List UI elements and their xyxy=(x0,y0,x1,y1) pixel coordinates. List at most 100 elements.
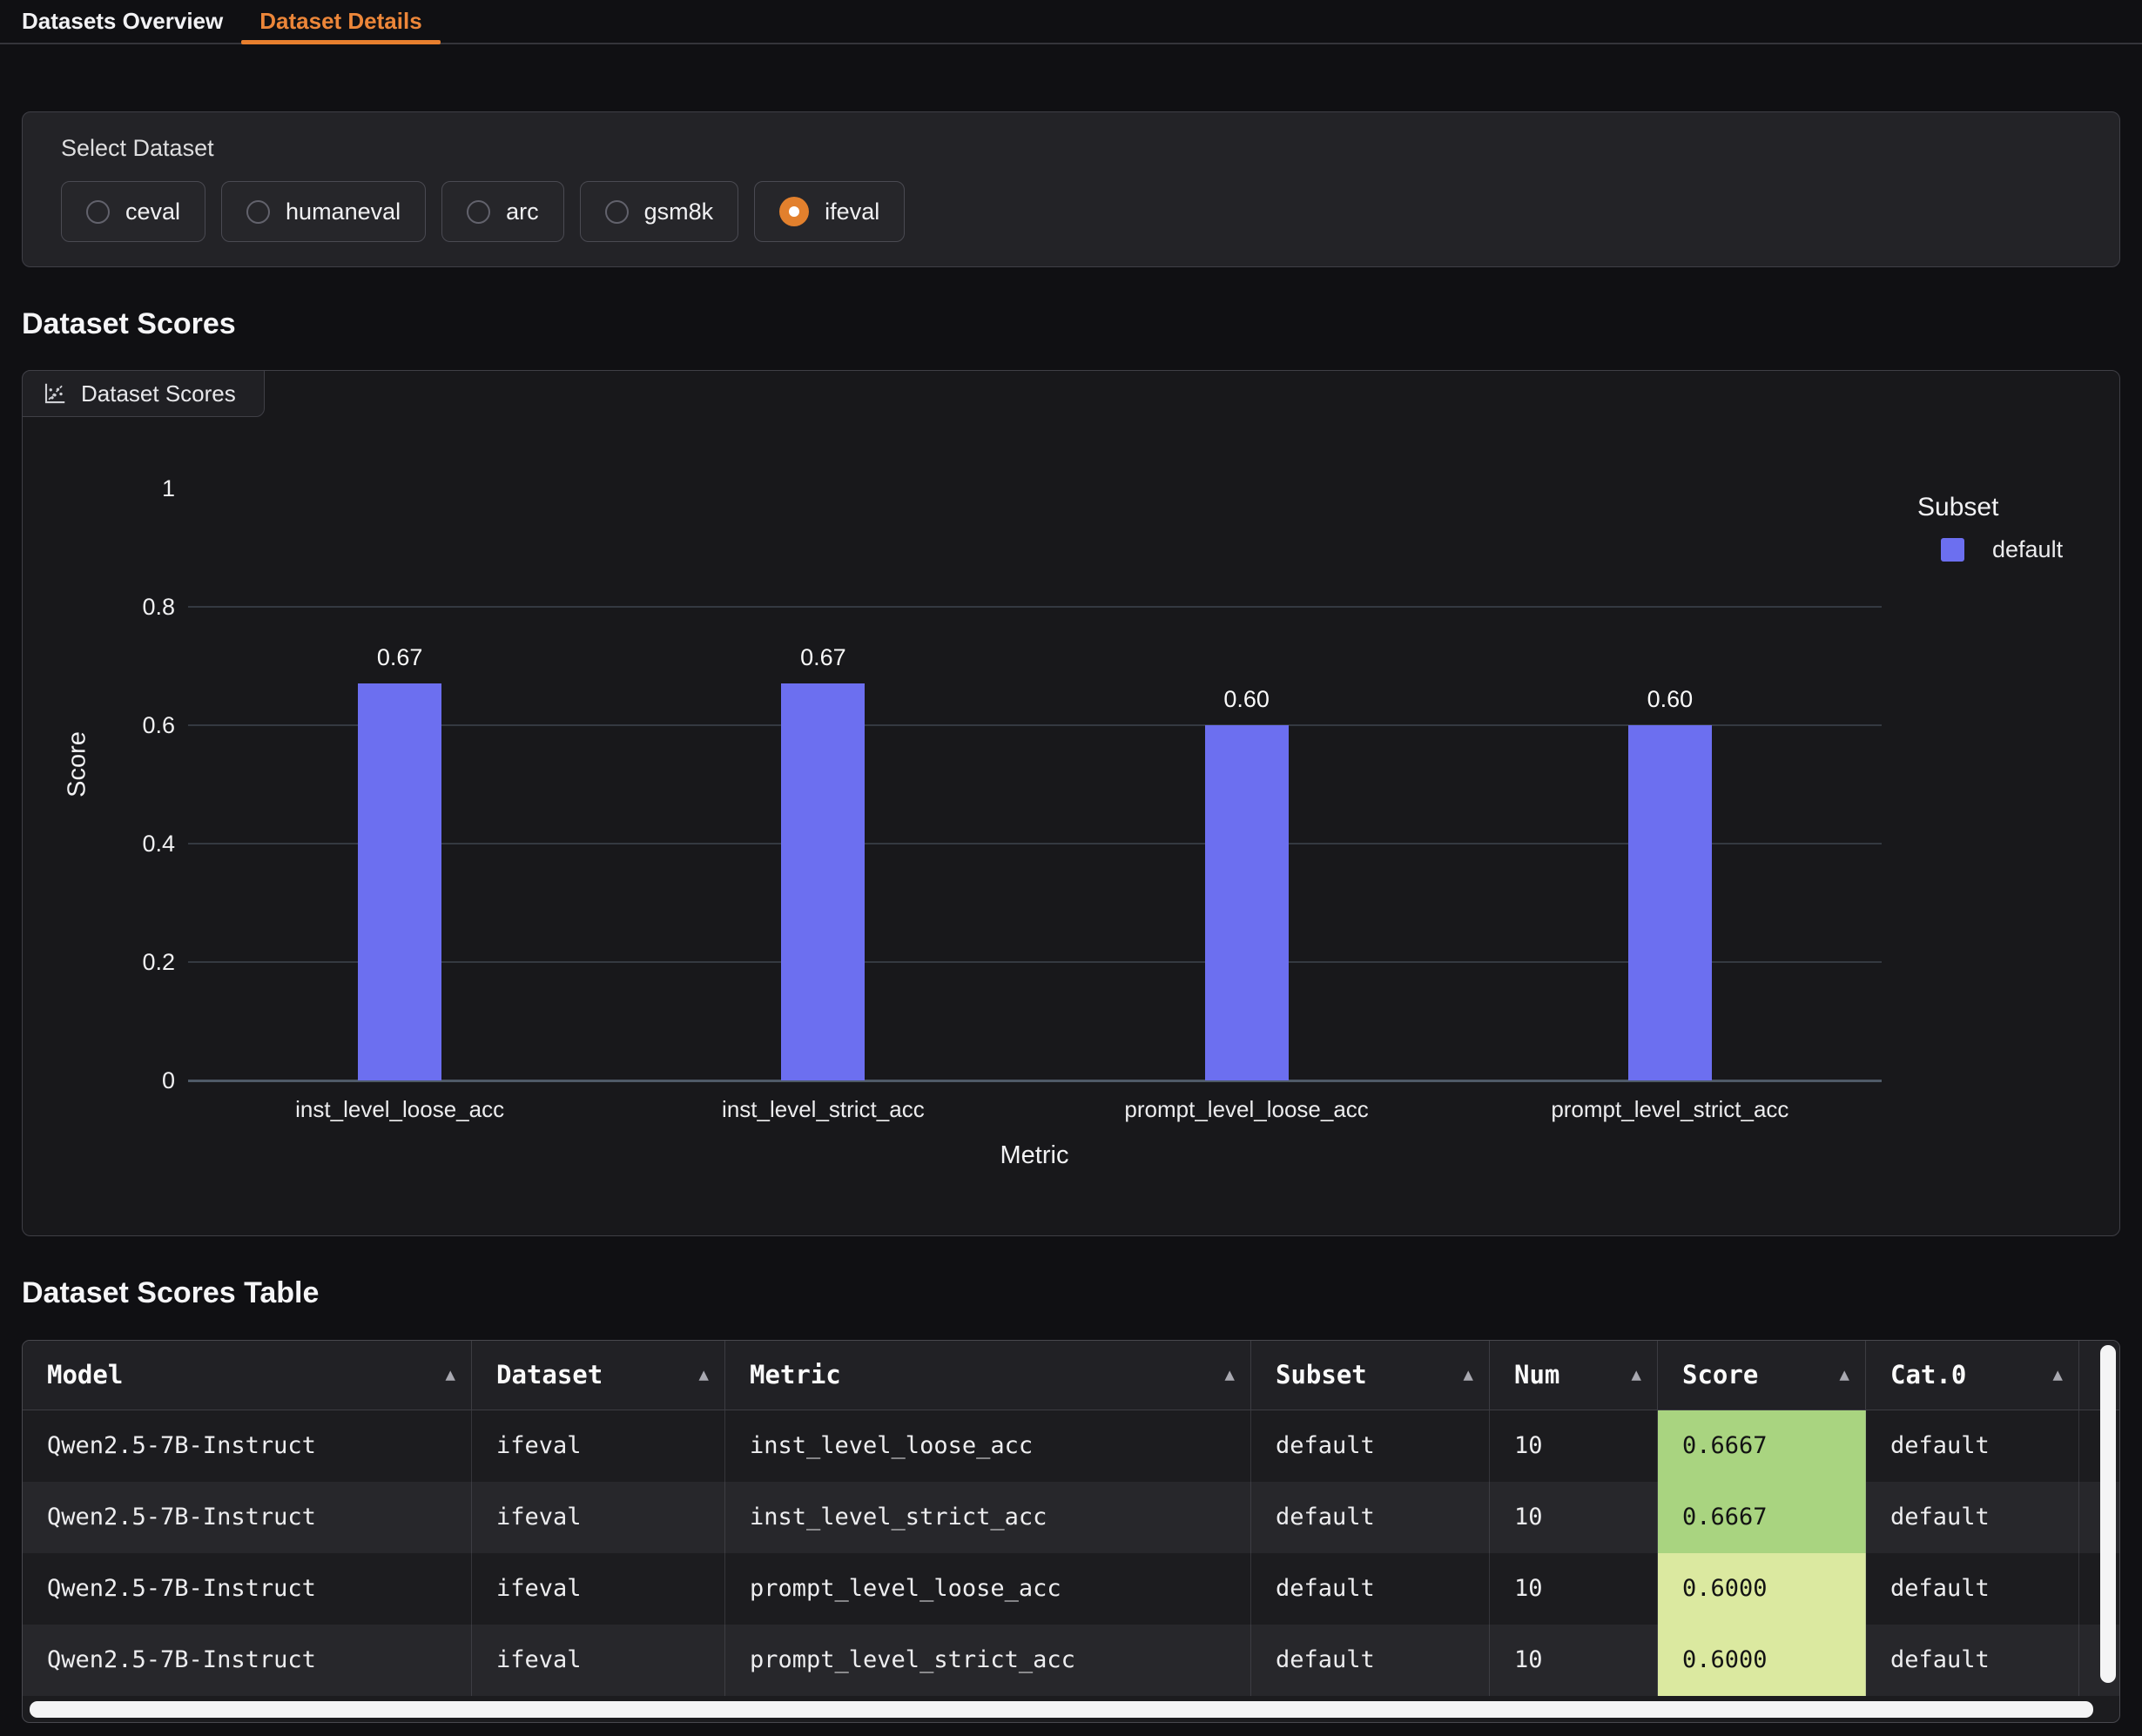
cell-metric: prompt_level_loose_acc xyxy=(725,1553,1251,1625)
cell-num: 10 xyxy=(1490,1553,1658,1625)
cell-score: 0.6667 xyxy=(1658,1482,1866,1553)
table-row: Qwen2.5-7B-Instructifevalinst_level_stri… xyxy=(23,1482,2119,1553)
y-tick-label: 0.4 xyxy=(97,829,175,858)
y-tick-label: 0.6 xyxy=(97,710,175,740)
bar-inst_level_strict_acc xyxy=(781,683,865,1080)
dataset-scores-chart: Dataset Scores 0 0.2 0.4 0.6 0.8 1 0.67 inst_le… xyxy=(22,370,2120,1236)
cell-subset: default xyxy=(1251,1625,1490,1696)
cell-score: 0.6667 xyxy=(1658,1410,1866,1482)
dataset-radio-arc[interactable]: arc xyxy=(441,181,564,242)
bar-value-label: 0.67 xyxy=(762,640,884,675)
cell-cat-0: default xyxy=(1866,1410,2079,1482)
sort-ascending-icon: ▲ xyxy=(1632,1341,1641,1410)
cell-dataset: ifeval xyxy=(472,1553,725,1625)
y-tick-label: 1 xyxy=(97,474,175,503)
cell-score: 0.6000 xyxy=(1658,1553,1866,1625)
bar-prompt_level_strict_acc xyxy=(1628,725,1712,1080)
cell-dataset: ifeval xyxy=(472,1625,725,1696)
cell-subset: default xyxy=(1251,1410,1490,1482)
sort-ascending-icon: ▲ xyxy=(699,1341,709,1410)
cell-model: Qwen2.5-7B-Instruct xyxy=(23,1553,472,1625)
cell-cat-0: default xyxy=(1866,1482,2079,1553)
column-header-metric[interactable]: Metric▲ xyxy=(725,1341,1251,1410)
y-tick-label: 0.2 xyxy=(97,947,175,977)
cell-metric: prompt_level_strict_acc xyxy=(725,1625,1251,1696)
dataset-radio-ifeval[interactable]: ifeval xyxy=(754,181,905,242)
dataset-radio-group: ceval humaneval arc gsm8k ifeval xyxy=(61,181,2081,242)
y-tick-label: 0 xyxy=(97,1066,175,1095)
column-header-label: Model xyxy=(47,1360,123,1389)
dataset-radio-ceval[interactable]: ceval xyxy=(61,181,205,242)
cell-cat-0: default xyxy=(1866,1553,2079,1625)
page-content: Select Dataset cevalhumanevalarcgsm8kife… xyxy=(0,111,2142,1723)
table-header-row: Model▲Dataset▲Metric▲Subset▲Num▲Score▲Ca… xyxy=(23,1341,2119,1410)
cell-dataset: ifeval xyxy=(472,1410,725,1482)
tab-datasets-overview[interactable]: Datasets Overview xyxy=(3,0,241,43)
cell-subset: default xyxy=(1251,1553,1490,1625)
sort-ascending-icon: ▲ xyxy=(1464,1341,1473,1410)
column-header-label: Metric xyxy=(750,1360,841,1389)
cell-dataset: ifeval xyxy=(472,1482,725,1553)
radio-dot xyxy=(789,206,799,217)
cell-score: 0.6000 xyxy=(1658,1625,1866,1696)
radio-unselected-icon xyxy=(246,200,270,224)
active-tab-underline xyxy=(241,40,440,44)
dataset-scores-heading: Dataset Scores xyxy=(22,306,2120,342)
legend-item-label: default xyxy=(1992,536,2063,563)
sort-ascending-icon: ▲ xyxy=(2053,1341,2063,1410)
radio-unselected-icon xyxy=(86,200,110,224)
column-header-label: Dataset xyxy=(496,1360,603,1389)
cell-metric: inst_level_strict_acc xyxy=(725,1482,1251,1553)
sort-ascending-icon: ▲ xyxy=(446,1341,455,1410)
cell-model: Qwen2.5-7B-Instruct xyxy=(23,1410,472,1482)
cell-metric: inst_level_loose_acc xyxy=(725,1410,1251,1482)
cell-num: 10 xyxy=(1490,1482,1658,1553)
table-row: Qwen2.5-7B-Instructifevalinst_level_loos… xyxy=(23,1410,2119,1482)
vertical-scrollbar[interactable] xyxy=(2100,1345,2116,1683)
column-header-model[interactable]: Model ▲ xyxy=(23,1341,472,1410)
x-tick-label: inst_level_strict_acc xyxy=(623,1095,1023,1123)
column-header-num[interactable]: Num ▲ xyxy=(1490,1341,1658,1410)
cell-num: 10 xyxy=(1490,1410,1658,1482)
select-dataset-panel: Select Dataset cevalhumanevalarcgsm8kife… xyxy=(22,111,2120,267)
radio-option-label: humaneval xyxy=(286,198,401,225)
tab-label: Dataset Details xyxy=(259,8,421,35)
bar-value-label: 0.60 xyxy=(1186,682,1308,717)
bar-inst_level_loose_acc xyxy=(358,683,441,1080)
column-header-cat-0[interactable]: Cat.0▲ xyxy=(1866,1341,2079,1410)
scatter-chart-icon xyxy=(42,380,68,407)
column-header-label: Num xyxy=(1514,1360,1559,1389)
dataset-radio-gsm8k[interactable]: gsm8k xyxy=(580,181,739,242)
tab-label: Datasets Overview xyxy=(22,8,223,35)
horizontal-scrollbar[interactable] xyxy=(30,1701,2093,1718)
y-tick-label: 0.8 xyxy=(97,592,175,622)
dataset-scores-table-heading: Dataset Scores Table xyxy=(22,1275,2120,1311)
top-tab-bar: Datasets Overview Dataset Details xyxy=(0,0,2142,44)
radio-option-label: gsm8k xyxy=(644,198,714,225)
y-axis-title: Score xyxy=(64,731,92,797)
x-axis-title: Metric xyxy=(1000,1141,1069,1170)
column-header-score[interactable]: Score ▲ xyxy=(1658,1341,1866,1410)
legend-title: Subset xyxy=(1917,493,1998,522)
bar-value-label: 0.67 xyxy=(339,640,461,675)
sort-ascending-icon: ▲ xyxy=(1840,1341,1849,1410)
chart-tab-button[interactable]: Dataset Scores xyxy=(22,370,265,417)
cell-subset: default xyxy=(1251,1482,1490,1553)
dataset-radio-humaneval[interactable]: humaneval xyxy=(221,181,426,242)
radio-unselected-icon xyxy=(467,200,490,224)
table-row: Qwen2.5-7B-Instructifevalprompt_level_lo… xyxy=(23,1553,2119,1625)
x-tick-label: prompt_level_loose_acc xyxy=(1047,1095,1447,1123)
table-body: Qwen2.5-7B-Instructifevalinst_level_loos… xyxy=(23,1410,2119,1696)
cell-model: Qwen2.5-7B-Instruct xyxy=(23,1482,472,1553)
cell-model: Qwen2.5-7B-Instruct xyxy=(23,1625,472,1696)
column-header-subset[interactable]: Subset▲ xyxy=(1251,1341,1490,1410)
cell-cat-0: default xyxy=(1866,1625,2079,1696)
tab-dataset-details[interactable]: Dataset Details xyxy=(241,0,440,43)
x-tick-label: inst_level_loose_acc xyxy=(199,1095,600,1123)
x-tick-label: prompt_level_strict_acc xyxy=(1470,1095,1870,1123)
dataset-scores-table: Model▲Dataset▲Metric▲Subset▲Num▲Score▲Ca… xyxy=(22,1340,2120,1723)
bar-value-label: 0.60 xyxy=(1609,682,1731,717)
column-header-dataset[interactable]: Dataset ▲ xyxy=(472,1341,725,1410)
cell-num: 10 xyxy=(1490,1625,1658,1696)
column-header-label: Score xyxy=(1682,1360,1758,1389)
